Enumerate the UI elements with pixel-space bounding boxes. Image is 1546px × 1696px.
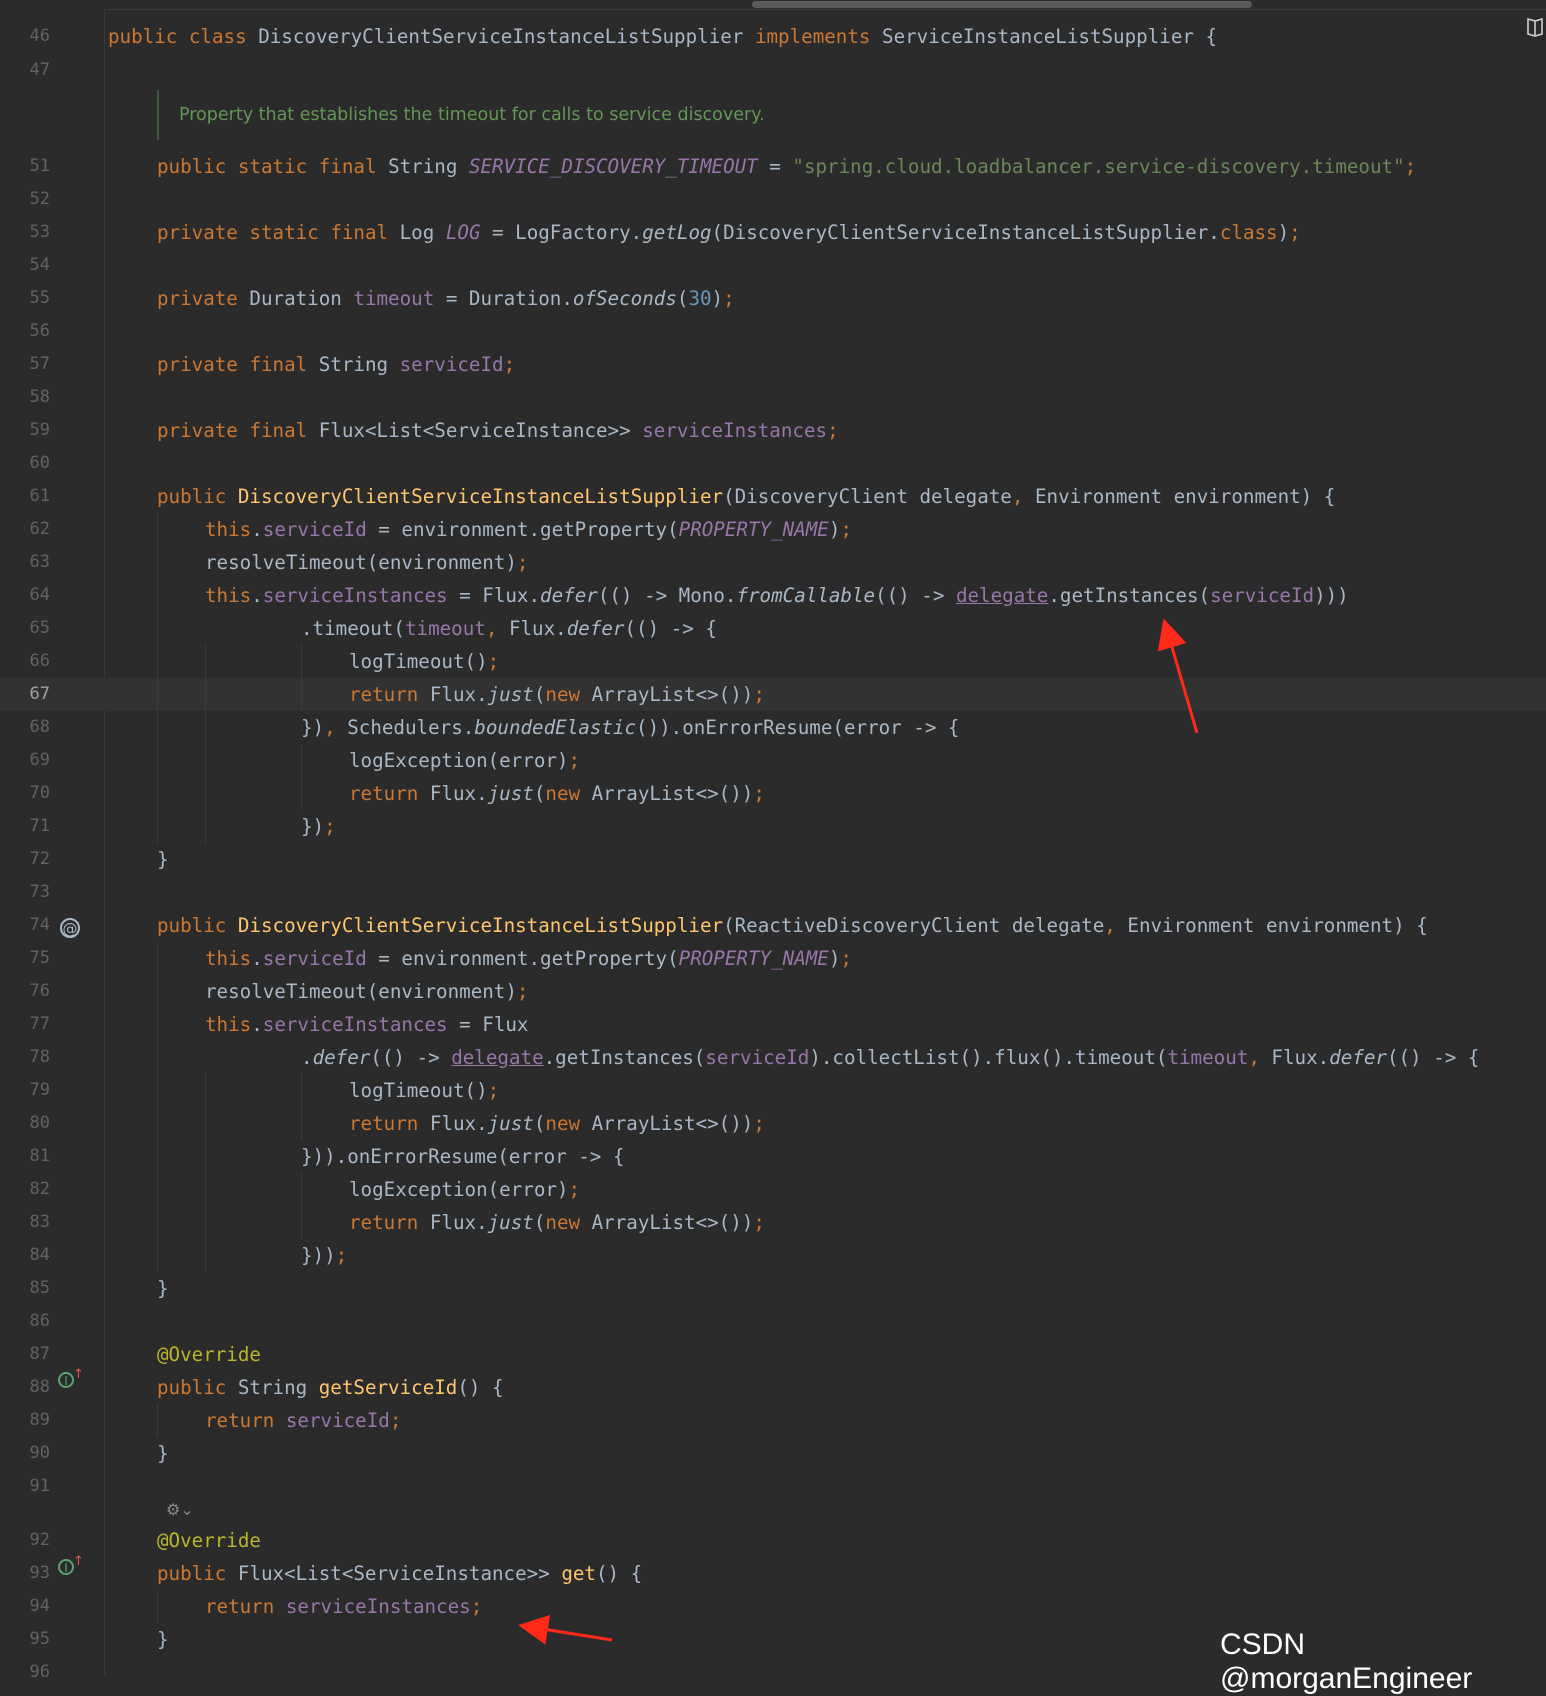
watermark: CSDN @morganEngineer: [1220, 1628, 1473, 1695]
code-editor[interactable]: 46 public class DiscoveryClientServiceIns…: [0, 0, 1546, 1695]
red-arrow-left: [518, 1615, 613, 1645]
red-arrow-up: [1157, 618, 1199, 734]
annotation-arrows: [518, 618, 1199, 1645]
